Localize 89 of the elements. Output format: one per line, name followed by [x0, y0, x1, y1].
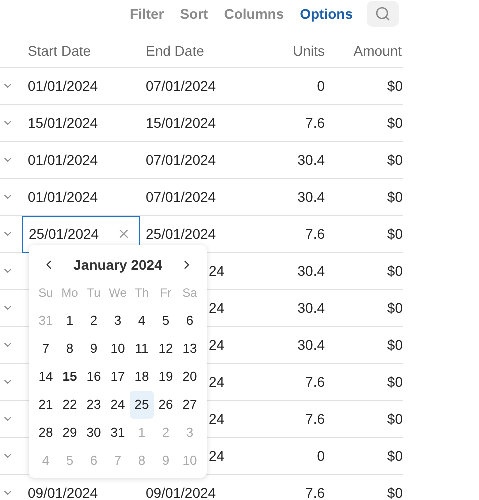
amount-cell: $0 [387, 410, 403, 426]
amount-cell: $0 [387, 114, 403, 130]
weekday-label: Th [134, 285, 150, 302]
end-date-cell: 24 [209, 448, 225, 464]
search-button[interactable] [367, 1, 399, 27]
amount-cell: $0 [387, 78, 403, 94]
weekday-label: Su [38, 285, 54, 302]
weekday-label: Mo [60, 285, 80, 302]
end-date-cell: 24 [209, 374, 225, 390]
calendar-day[interactable]: 15 [58, 363, 82, 391]
units-cell: 7.6 [306, 374, 325, 390]
calendar-day[interactable]: 31 [106, 419, 130, 447]
calendar-day[interactable]: 4 [130, 307, 154, 335]
end-date-cell: 24 [209, 300, 225, 316]
units-cell: 0 [317, 448, 325, 464]
calendar-day[interactable]: 24 [106, 391, 130, 419]
units-cell: 0 [317, 78, 325, 94]
units-cell: 30.4 [298, 152, 325, 168]
calendar-day[interactable]: 10 [106, 335, 130, 363]
calendar-day[interactable]: 8 [58, 335, 82, 363]
calendar-day[interactable]: 20 [178, 363, 202, 391]
calendar-day[interactable]: 3 [106, 307, 130, 335]
calendar-day[interactable]: 2 [82, 307, 106, 335]
start-date-cell: 15/01/2024 [28, 114, 98, 130]
weekday-label: Sa [182, 285, 198, 302]
amount-cell: $0 [387, 152, 403, 168]
end-date-cell: 24 [209, 410, 225, 426]
units-cell: 30.4 [298, 300, 325, 316]
calendar-day[interactable]: 18 [130, 363, 154, 391]
amount-cell: $0 [387, 336, 403, 352]
calendar-day[interactable]: 13 [178, 335, 202, 363]
calendar-day[interactable]: 21 [34, 391, 58, 419]
units-cell: 7.6 [306, 114, 325, 130]
search-icon [375, 6, 391, 22]
start-date-cell: 01/01/2024 [28, 188, 98, 204]
calendar-day[interactable]: 1 [58, 307, 82, 335]
weekday-label: We [108, 285, 128, 302]
date-input-value: 25/01/2024 [29, 224, 100, 244]
calendar-day[interactable]: 7 [34, 335, 58, 363]
calendar-day[interactable]: 11 [130, 335, 154, 363]
end-date-cell: 07/01/2024 [146, 188, 216, 204]
calendar-day[interactable]: 16 [82, 363, 106, 391]
month-title: January 2024 [74, 256, 162, 275]
calendar-day[interactable]: 26 [154, 391, 178, 419]
units-cell: 30.4 [298, 336, 325, 352]
calendar-day[interactable]: 17 [106, 363, 130, 391]
start-date-cell: 01/01/2024 [28, 152, 98, 168]
calendar-day[interactable]: 23 [82, 391, 106, 419]
column-header: End Date [146, 42, 206, 61]
toolbar-tab[interactable]: Options [292, 4, 361, 24]
start-date-cell: 09/01/2024 [28, 484, 98, 500]
column-header: Start Date [28, 42, 92, 61]
calendar-day[interactable]: 9 [82, 335, 106, 363]
end-date-cell: 24 [209, 262, 225, 278]
calendar-day[interactable]: 19 [154, 363, 178, 391]
end-date-cell: 07/01/2024 [146, 152, 216, 168]
calendar-day[interactable]: 27 [178, 391, 202, 419]
amount-cell: $0 [387, 374, 403, 390]
amount-cell: $0 [387, 448, 403, 464]
units-cell: 7.6 [306, 410, 325, 426]
end-date-cell: 15/01/2024 [146, 114, 216, 130]
units-cell: 7.6 [306, 226, 325, 242]
units-cell: 7.6 [306, 484, 325, 500]
start-date-cell: 01/01/2024 [28, 78, 98, 94]
units-cell: 30.4 [298, 188, 325, 204]
end-date-cell: 25/01/2024 [146, 226, 216, 242]
weekday-label: Tu [86, 285, 102, 302]
column-header: Units [292, 42, 325, 61]
calendar-day[interactable]: 12 [154, 335, 178, 363]
calendar-day[interactable]: 14 [34, 363, 58, 391]
end-date-cell: 07/01/2024 [146, 78, 216, 94]
calendar-day[interactable]: 25 [130, 391, 154, 419]
clear-icon[interactable] [117, 227, 131, 241]
units-cell: 30.4 [298, 262, 325, 278]
amount-cell: $0 [387, 226, 403, 242]
amount-cell: $0 [387, 188, 403, 204]
calendar-day[interactable]: 28 [34, 419, 58, 447]
column-header: Amount [352, 42, 403, 61]
end-date-cell: 09/01/2024 [146, 484, 216, 500]
calendar-day[interactable]: 29 [58, 419, 82, 447]
weekday-label: Fr [159, 285, 173, 302]
amount-cell: $0 [387, 484, 403, 500]
amount-cell: $0 [387, 262, 403, 278]
amount-cell: $0 [387, 300, 403, 316]
calendar-day[interactable]: 30 [82, 419, 106, 447]
calendar-day[interactable]: 22 [58, 391, 82, 419]
calendar-day[interactable]: 5 [154, 307, 178, 335]
calendar-day[interactable]: 6 [178, 307, 202, 335]
end-date-cell: 24 [209, 336, 225, 352]
